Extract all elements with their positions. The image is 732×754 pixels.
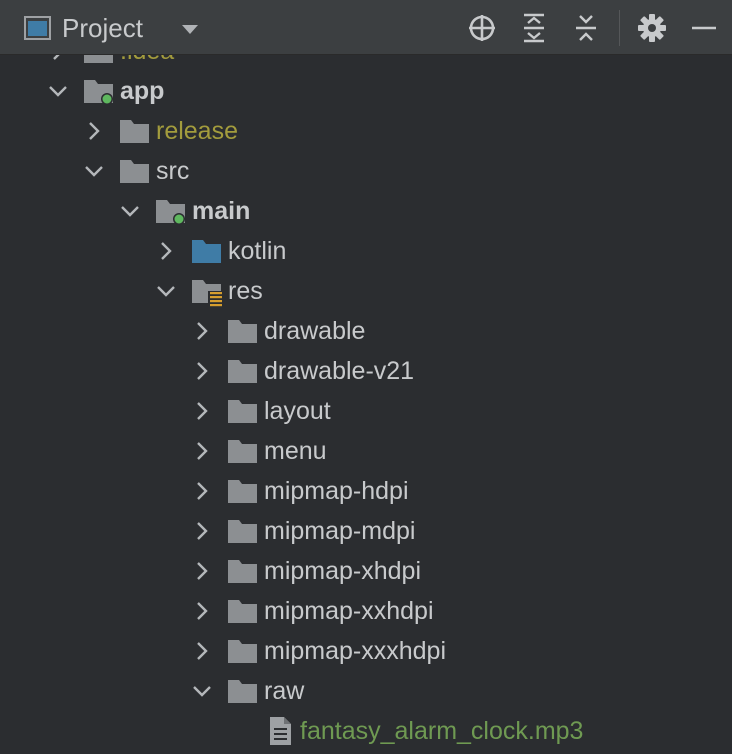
project-view-icon[interactable] [24, 16, 51, 40]
project-tree: .idea app release src [0, 55, 732, 754]
module-folder-icon [156, 200, 185, 225]
tree-row-mipmap-hdpi[interactable]: mipmap-hdpi [0, 471, 732, 511]
folder-icon [84, 55, 113, 63]
tree-item-label: main [192, 197, 251, 225]
chevron-down-icon[interactable] [180, 22, 200, 36]
chevron-right-icon[interactable] [190, 471, 214, 511]
tree-item-label: drawable-v21 [264, 357, 415, 385]
folder-icon [120, 120, 149, 143]
tree-item-label: drawable [264, 317, 366, 345]
text-file-icon [270, 717, 291, 745]
folder-icon [228, 400, 257, 423]
resource-folder-icon [192, 280, 223, 307]
tree-row-raw[interactable]: raw [0, 671, 732, 711]
gear-icon[interactable] [636, 12, 668, 44]
module-folder-icon [84, 80, 113, 105]
minimize-icon[interactable] [688, 12, 720, 44]
tree-row-mipmap-xxxhdpi[interactable]: mipmap-xxxhdpi [0, 631, 732, 671]
tree-row-kotlin[interactable]: kotlin [0, 231, 732, 271]
tree-item-label: res [228, 277, 263, 305]
tree-item-label: kotlin [228, 237, 287, 265]
panel-title[interactable]: Project [62, 12, 143, 44]
tree-item-label: .idea [120, 55, 174, 71]
tree-item-label: mipmap-xxhdpi [264, 597, 434, 625]
tree-row-drawable-v21[interactable]: drawable-v21 [0, 351, 732, 391]
tree-row-main[interactable]: main [0, 191, 732, 231]
chevron-right-icon[interactable] [190, 511, 214, 551]
tree-item-label: raw [264, 677, 305, 705]
folder-icon [228, 480, 257, 503]
folder-icon [228, 680, 257, 703]
tree-row-app[interactable]: app [0, 71, 732, 111]
folder-icon [228, 520, 257, 543]
tree-item-label: release [156, 117, 238, 145]
chevron-right-icon[interactable] [190, 631, 214, 671]
chevron-right-icon[interactable] [190, 311, 214, 351]
tree-item-label: mipmap-xhdpi [264, 557, 422, 585]
tree-row-src[interactable]: src [0, 151, 732, 191]
chevron-right-icon[interactable] [154, 231, 178, 271]
tree-item-label: mipmap-mdpi [264, 517, 416, 545]
chevron-right-icon[interactable] [190, 431, 214, 471]
tree-item-label: mipmap-hdpi [264, 477, 409, 505]
folder-icon [228, 440, 257, 463]
tree-row-mipmap-xxhdpi[interactable]: mipmap-xxhdpi [0, 591, 732, 631]
folder-icon [228, 600, 257, 623]
chevron-right-icon[interactable] [190, 351, 214, 391]
tree-item-label: src [156, 157, 190, 185]
expand-all-icon[interactable] [518, 12, 550, 44]
tree-item-label: mipmap-xxxhdpi [264, 637, 447, 665]
source-folder-icon [192, 240, 221, 263]
tree-row-menu[interactable]: menu [0, 431, 732, 471]
chevron-down-icon[interactable] [118, 191, 142, 231]
chevron-down-icon[interactable] [154, 271, 178, 311]
tree-row-idea[interactable]: .idea [0, 55, 732, 71]
tree-item-label: layout [264, 397, 331, 425]
tree-item-label: menu [264, 437, 327, 465]
tree-row-fantasy-alarm-clock[interactable]: fantasy_alarm_clock.mp3 [0, 711, 732, 751]
chevron-right-icon[interactable] [190, 551, 214, 591]
tree-row-res[interactable]: res [0, 271, 732, 311]
project-toolbar: Project [0, 0, 732, 55]
chevron-right-icon[interactable] [190, 391, 214, 431]
tree-row-mipmap-xhdpi[interactable]: mipmap-xhdpi [0, 551, 732, 591]
tree-item-label: fantasy_alarm_clock.mp3 [300, 717, 584, 745]
chevron-down-icon[interactable] [190, 671, 214, 711]
crosshair-icon[interactable] [466, 12, 498, 44]
chevron-right-icon[interactable] [190, 591, 214, 631]
tree-item-label: app [120, 77, 165, 105]
collapse-all-icon[interactable] [570, 12, 602, 44]
tree-row-mipmap-mdpi[interactable]: mipmap-mdpi [0, 511, 732, 551]
folder-icon [228, 560, 257, 583]
chevron-right-icon[interactable] [46, 55, 70, 71]
toolbar-separator [619, 10, 620, 46]
chevron-down-icon[interactable] [46, 71, 70, 111]
tree-row-drawable[interactable]: drawable [0, 311, 732, 351]
tree-row-release[interactable]: release [0, 111, 732, 151]
folder-icon [228, 360, 257, 383]
folder-icon [228, 320, 257, 343]
chevron-down-icon[interactable] [82, 151, 106, 191]
chevron-right-icon[interactable] [82, 111, 106, 151]
folder-icon [228, 640, 257, 663]
folder-icon [120, 160, 149, 183]
tree-row-layout[interactable]: layout [0, 391, 732, 431]
